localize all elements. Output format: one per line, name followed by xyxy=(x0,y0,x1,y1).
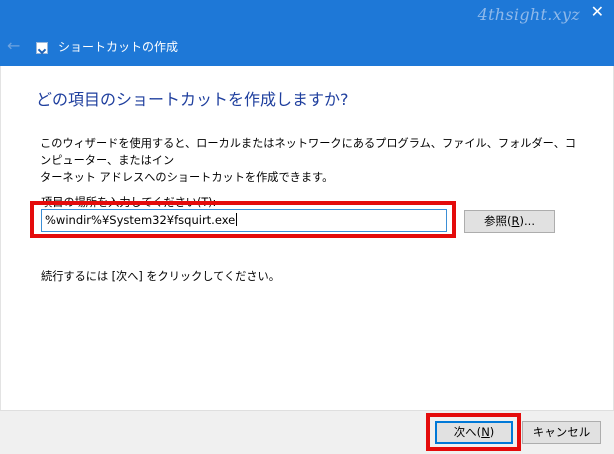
title-bar: 4thsight.xyz ✕ ← ショートカットの作成 xyxy=(0,0,614,66)
watermark: 4thsight.xyz xyxy=(477,5,580,24)
next-label-key: N xyxy=(481,425,490,439)
close-icon[interactable]: ✕ xyxy=(591,4,604,20)
browse-label-pre: 参照( xyxy=(484,214,512,228)
window-title: ショートカットの作成 xyxy=(58,40,179,54)
browse-label-post: )... xyxy=(519,214,535,228)
continue-hint: 続行するには [次へ] をクリックしてください。 xyxy=(41,270,280,283)
description: このウィザードを使用すると、ローカルまたはネットワークにあるプログラム、ファイル… xyxy=(40,135,580,186)
next-label-post: ) xyxy=(489,425,495,439)
back-arrow-icon[interactable]: ← xyxy=(7,36,20,55)
next-button[interactable]: 次へ(N) xyxy=(435,421,513,444)
wizard-page: どの項目のショートカットを作成しますか? このウィザードを使用すると、ローカルま… xyxy=(0,66,614,410)
browse-label-key: R xyxy=(511,214,520,228)
next-label-pre: 次へ( xyxy=(453,425,482,439)
shortcut-icon xyxy=(36,42,48,54)
cancel-button[interactable]: キャンセル xyxy=(522,421,601,444)
browse-button[interactable]: 参照(R)... xyxy=(464,210,555,233)
text-caret xyxy=(236,213,238,226)
page-heading: どの項目のショートカットを作成しますか? xyxy=(36,90,349,109)
description-line-2: ターネット アドレスへのショートカットを作成できます。 xyxy=(40,171,334,184)
description-line-1: このウィザードを使用すると、ローカルまたはネットワークにあるプログラム、ファイル… xyxy=(40,137,577,167)
location-input-value: %windir%¥System32¥fsquirt.exe xyxy=(45,213,236,227)
location-input[interactable]: %windir%¥System32¥fsquirt.exe xyxy=(41,209,447,232)
